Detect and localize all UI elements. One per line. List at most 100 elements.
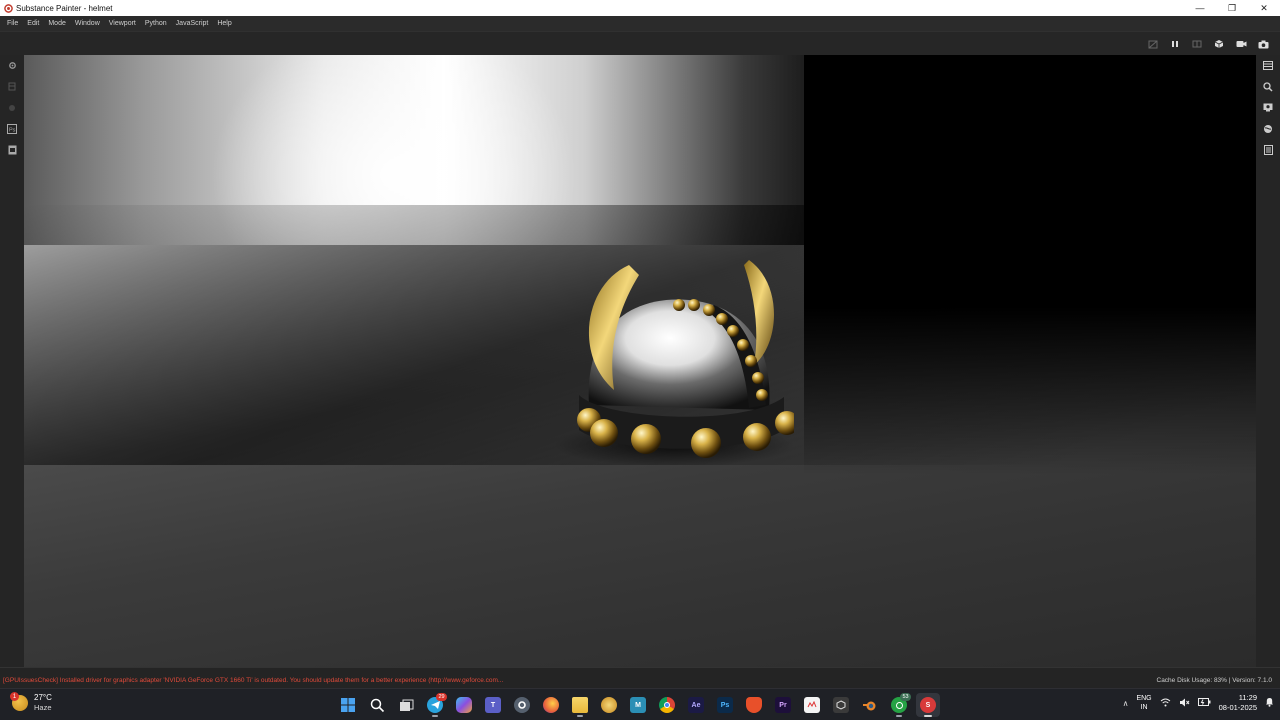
photoshop-app[interactable]: Ps: [713, 693, 737, 717]
chrome-icon: [659, 697, 675, 713]
restore-icon[interactable]: ❐: [1216, 0, 1248, 16]
unity-app[interactable]: [829, 693, 853, 717]
copilot-icon: [456, 697, 472, 713]
start-icon: [341, 698, 355, 712]
viewport-toolbar: [0, 31, 1280, 55]
notepad-icon: [804, 697, 820, 713]
cube-view-icon[interactable]: [1210, 36, 1228, 52]
pause-icon[interactable]: [1166, 36, 1184, 52]
task-view-button[interactable]: [394, 693, 418, 717]
weather-temperature: 27°C: [34, 693, 52, 702]
photoshop-icon: Ps: [717, 697, 733, 713]
file-explorer-app[interactable]: [568, 693, 592, 717]
search-button[interactable]: [365, 693, 389, 717]
firefox-app[interactable]: [539, 693, 563, 717]
layers-panel-icon[interactable]: [1256, 55, 1280, 76]
display-settings-icon[interactable]: [1256, 97, 1280, 118]
battery-icon[interactable]: [1197, 698, 1211, 708]
camera-off-icon[interactable]: [1144, 36, 1162, 52]
teams-icon: T: [485, 697, 501, 713]
file-explorer-icon: [572, 697, 588, 713]
running-indicator: [432, 715, 438, 717]
firefox-icon: [543, 697, 559, 713]
helmet-model[interactable]: [544, 205, 794, 465]
environment-icon[interactable]: [1256, 118, 1280, 139]
camera-icon[interactable]: [1232, 36, 1250, 52]
status-bar: [GPUIssuesCheck] Installed driver for gr…: [0, 667, 1280, 688]
minimize-icon[interactable]: —: [1184, 0, 1216, 16]
cache-disk-usage: Cache Disk Usage: 83% | Version: 7.1.0: [1156, 677, 1273, 684]
notification-bell-icon[interactable]: [1265, 697, 1274, 709]
split-view-icon[interactable]: [1188, 36, 1206, 52]
weather-badge: 1: [10, 692, 19, 701]
app-window: Substance Painter - helmet — ❐ ✕ File Ed…: [0, 0, 1280, 720]
taskbar-apps: 29 T M Ae Ps Pr 53 S: [336, 693, 940, 717]
maya-icon: M: [630, 697, 646, 713]
photoshop-export-icon[interactable]: Ps: [0, 118, 24, 139]
search-icon: [370, 698, 384, 712]
menu-javascript[interactable]: JavaScript: [173, 20, 215, 27]
clock[interactable]: 11:29 08-01-2025: [1219, 693, 1257, 713]
language-code: ENG: [1136, 695, 1152, 702]
weather-widget[interactable]: 1 27°C Haze: [10, 692, 52, 713]
wifi-icon[interactable]: [1160, 698, 1171, 709]
start-button[interactable]: [336, 693, 360, 717]
after-effects-app[interactable]: Ae: [684, 693, 708, 717]
system-tray: ∧ ENG IN 11:29 08-01-2025: [1123, 693, 1274, 713]
shader-settings-icon[interactable]: [1256, 139, 1280, 160]
running-indicator: [577, 715, 583, 717]
menu-help[interactable]: Help: [214, 20, 237, 27]
settings-icon[interactable]: [0, 55, 24, 76]
weather-condition: Haze: [34, 703, 52, 712]
notepad-app[interactable]: [800, 693, 824, 717]
task-view-icon: [399, 699, 413, 711]
substance-painter-icon: S: [920, 697, 936, 713]
active-indicator: [924, 715, 932, 717]
export-textures-icon[interactable]: [0, 139, 24, 160]
gpu-warning-message[interactable]: [GPUIssuesCheck] Installed driver for gr…: [3, 677, 503, 684]
zoom-icon[interactable]: [1256, 76, 1280, 97]
screenshot-icon[interactable]: [1254, 36, 1272, 52]
clock-date: 08-01-2025: [1218, 703, 1257, 712]
region-code: IN: [1140, 704, 1148, 711]
copilot-app[interactable]: [452, 693, 476, 717]
volume-mute-icon[interactable]: [1179, 698, 1190, 709]
brave-icon: [746, 697, 762, 713]
menu-window[interactable]: Window: [72, 20, 106, 27]
blender-alt-icon: [601, 697, 617, 713]
telegram-app[interactable]: 29: [423, 693, 447, 717]
language-indicator[interactable]: ENG IN: [1136, 694, 1151, 712]
menu-edit[interactable]: Edit: [24, 20, 45, 27]
menu-python[interactable]: Python: [142, 20, 173, 27]
windows-taskbar: 1 27°C Haze 29 T M Ae Ps Pr 53 S ∧ ENG I…: [0, 688, 1280, 720]
whatsapp-badge: 53: [900, 693, 911, 701]
chevron-up-icon[interactable]: ∧: [1123, 699, 1129, 708]
svg-text:Ps: Ps: [9, 127, 16, 133]
teams-app[interactable]: T: [481, 693, 505, 717]
title-bar: Substance Painter - helmet — ❐ ✕: [0, 0, 1280, 16]
blender-alt-app[interactable]: [597, 693, 621, 717]
blender-app[interactable]: [858, 693, 882, 717]
substance-painter-app[interactable]: S: [916, 693, 940, 717]
after-effects-icon: Ae: [688, 697, 704, 713]
substance-logo-icon: [3, 3, 13, 13]
settings-icon: [514, 697, 530, 713]
bake-icon[interactable]: [0, 97, 24, 118]
right-tool-strip: [1256, 55, 1280, 667]
premiere-app[interactable]: Pr: [771, 693, 795, 717]
brave-app[interactable]: [742, 693, 766, 717]
whatsapp-app[interactable]: 53: [887, 693, 911, 717]
layers-icon[interactable]: [0, 76, 24, 97]
3d-viewport[interactable]: [24, 55, 1256, 667]
blender-icon: [862, 697, 878, 713]
telegram-badge: 29: [436, 693, 447, 701]
close-icon[interactable]: ✕: [1248, 0, 1280, 16]
maya-app[interactable]: M: [626, 693, 650, 717]
chrome-app[interactable]: [655, 693, 679, 717]
menu-mode[interactable]: Mode: [45, 20, 72, 27]
menu-viewport[interactable]: Viewport: [106, 20, 142, 27]
settings-app[interactable]: [510, 693, 534, 717]
running-indicator: [896, 715, 902, 717]
menu-file[interactable]: File: [4, 20, 24, 27]
window-title: Substance Painter - helmet: [16, 3, 113, 13]
